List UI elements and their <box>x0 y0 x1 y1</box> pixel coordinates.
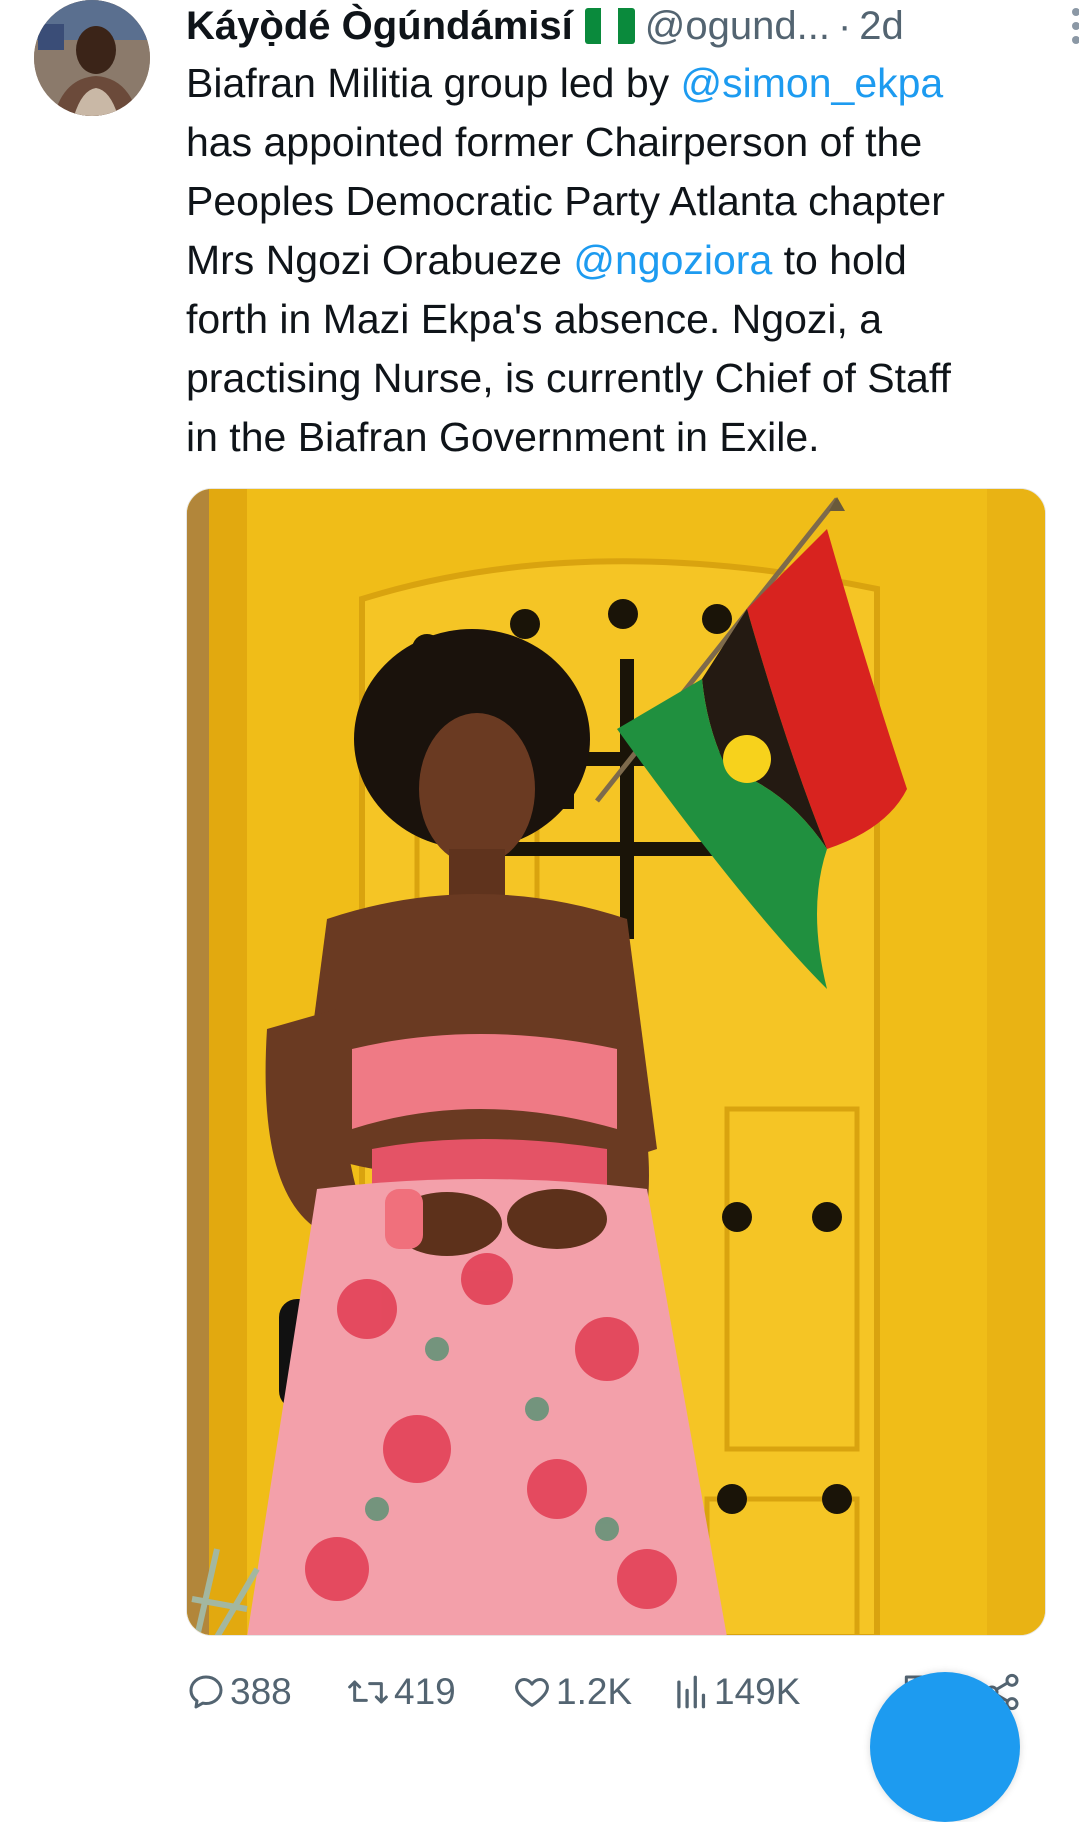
nigeria-flag-icon <box>584 8 635 44</box>
views-icon <box>677 1675 706 1709</box>
separator-dot: · <box>837 4 852 48</box>
repost-icon <box>348 1680 388 1704</box>
tweet[interactable]: Káyọ̀dé Ògúndámisí @ogund... · 2d Biafra… <box>0 0 1079 1822</box>
avatar-image <box>34 0 150 116</box>
compose-fab-button[interactable] <box>870 1672 1020 1822</box>
like-button[interactable]: 1.2K <box>512 1668 632 1716</box>
tweet-content: Káyọ̀dé Ògúndámisí @ogund... · 2d Biafra… <box>186 0 1079 467</box>
mention-simon-ekpa[interactable]: @simon_ekpa <box>681 60 944 106</box>
like-count: 1.2K <box>556 1671 633 1712</box>
more-vertical-icon[interactable] <box>1062 4 1079 48</box>
heart-icon <box>515 1678 549 1707</box>
photo-image <box>187 489 1045 1635</box>
views-button[interactable]: 149K <box>674 1668 800 1716</box>
tweet-timestamp[interactable]: 2d <box>859 2 904 50</box>
reply-icon <box>189 1675 223 1709</box>
author-display-name[interactable]: Káyọ̀dé Ògúndámisí <box>186 2 573 50</box>
author-avatar[interactable] <box>34 0 150 116</box>
repost-count: 419 <box>394 1671 456 1712</box>
views-count: 149K <box>714 1671 801 1712</box>
reply-button[interactable]: 388 <box>186 1668 292 1716</box>
repost-button[interactable]: 419 <box>346 1668 456 1716</box>
tweet-text: Biafran Militia group led by @simon_ekpa… <box>186 54 1046 467</box>
text-segment-0: Biafran Militia group led by <box>186 60 681 106</box>
author-handle[interactable]: @ogund... <box>645 2 830 50</box>
tweet-header: Káyọ̀dé Ògúndámisí @ogund... · 2d <box>186 0 1079 52</box>
mention-ngoziora[interactable]: @ngoziora <box>573 237 772 283</box>
reply-count: 388 <box>230 1671 292 1712</box>
tweet-photo[interactable] <box>186 488 1046 1636</box>
